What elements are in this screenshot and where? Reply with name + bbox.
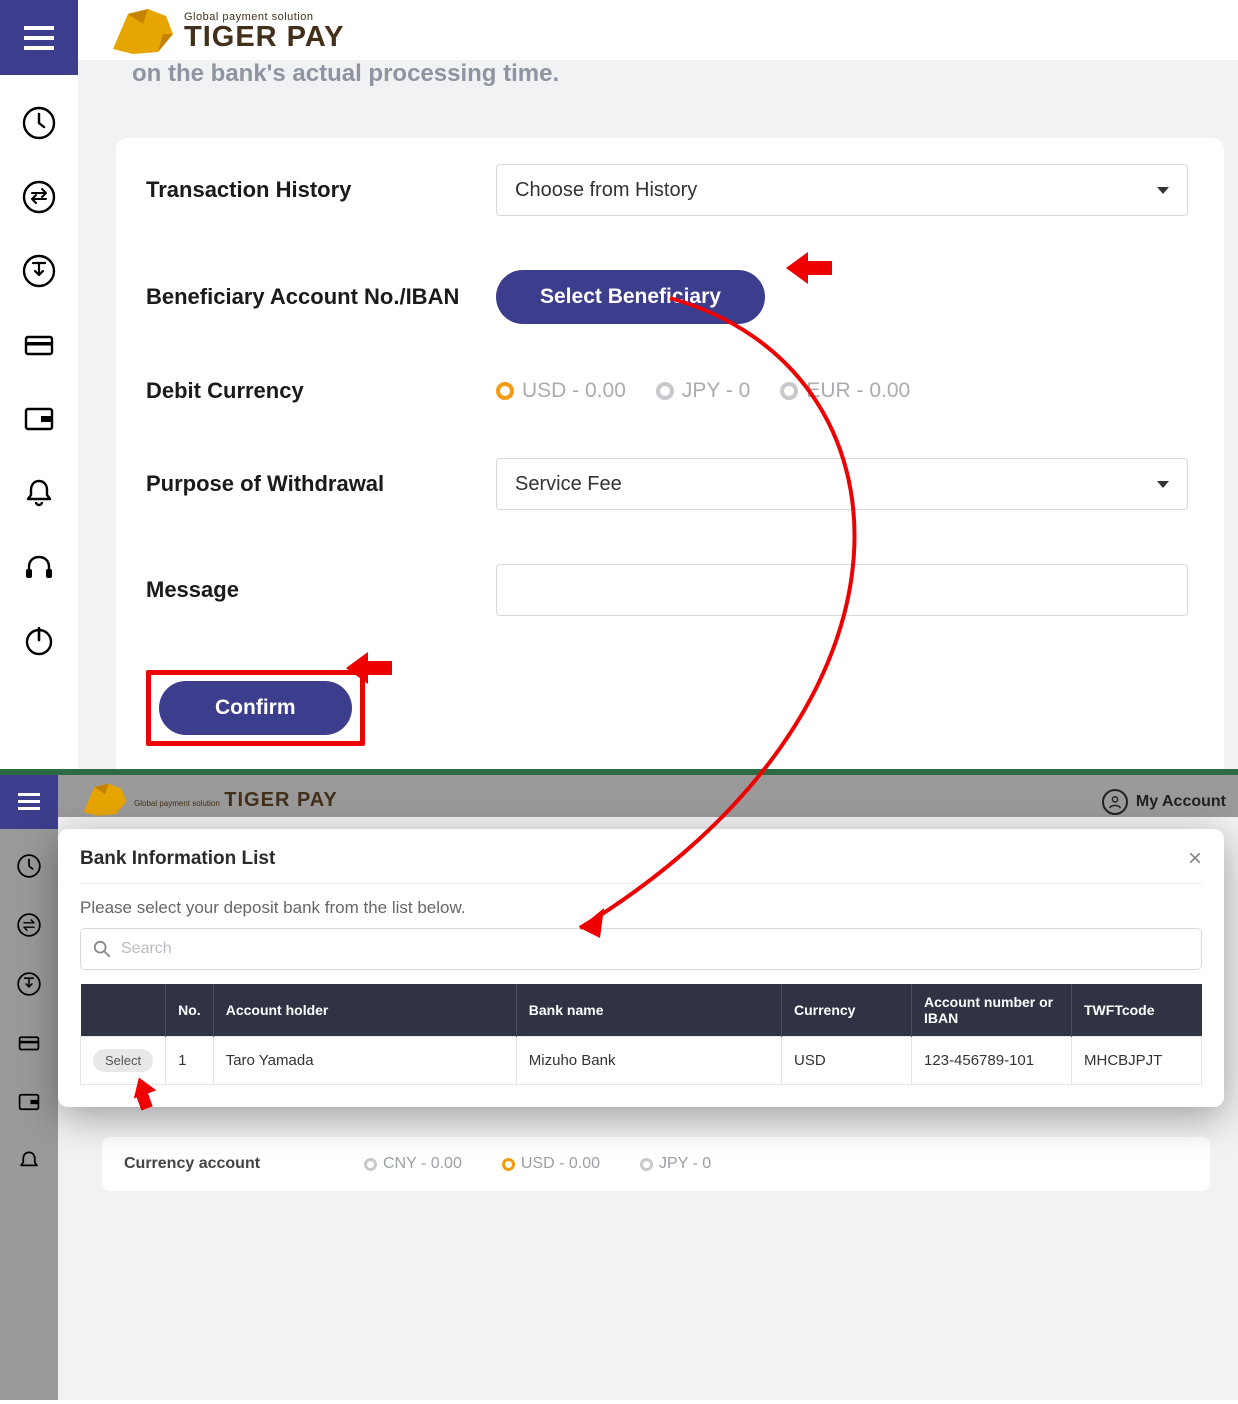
rail-headset-icon[interactable] (21, 549, 57, 585)
transaction-history-select[interactable]: Choose from History (496, 164, 1188, 216)
rail-transfer-icon[interactable] (21, 179, 57, 215)
col-bank: Bank name (516, 984, 781, 1037)
bank-info-modal: Bank Information List × Please select yo… (58, 829, 1224, 1107)
beneficiary-label: Beneficiary Account No./IBAN (146, 284, 496, 310)
debit-radio-usd-label: USD - 0.00 (522, 379, 626, 403)
confirm-button[interactable]: Confirm (159, 681, 352, 735)
currency-radio-cny[interactable]: CNY - 0.00 (364, 1155, 462, 1173)
annotation-arrow-to-confirm (346, 650, 394, 686)
my-account-label: My Account (1136, 793, 1226, 811)
rail-clock-icon[interactable] (16, 853, 42, 884)
purpose-label: Purpose of Withdrawal (146, 471, 496, 497)
debit-radio-jpy-label: JPY - 0 (682, 379, 750, 403)
transaction-history-value: Choose from History (515, 179, 697, 202)
radio-icon (780, 382, 798, 400)
currency-radio-usd[interactable]: USD - 0.00 (502, 1155, 600, 1173)
hamburger-icon (18, 793, 40, 811)
cell-holder: Taro Yamada (213, 1037, 516, 1085)
chevron-down-icon (1157, 187, 1169, 194)
logo-brandname: TIGER PAY (224, 789, 337, 811)
purpose-value: Service Fee (515, 473, 622, 496)
col-no: No. (166, 984, 214, 1037)
rail-wallet-icon[interactable] (16, 1089, 42, 1120)
tiger-logo-icon (80, 779, 130, 821)
modal-close-button[interactable]: × (1188, 845, 1202, 873)
modal-title: Bank Information List (80, 848, 275, 870)
rail-card-icon[interactable] (16, 1030, 42, 1061)
cell-no: 1 (166, 1037, 214, 1085)
rail-power-icon[interactable] (21, 623, 57, 659)
cell-currency: USD (782, 1037, 912, 1085)
purpose-select[interactable]: Service Fee (496, 458, 1188, 510)
search-icon (93, 940, 111, 958)
brand-logo: Global payment solution TIGER PAY (80, 779, 338, 821)
radio-icon (496, 382, 514, 400)
col-iban: Account number or IBAN (912, 984, 1072, 1037)
radio-icon (656, 382, 674, 400)
modal-subtitle: Please select your deposit bank from the… (80, 898, 1202, 918)
debit-currency-label: Debit Currency (146, 378, 496, 404)
debit-radio-eur[interactable]: EUR - 0.00 (780, 379, 910, 403)
debit-radio-usd[interactable]: USD - 0.00 (496, 379, 626, 403)
currency-account-label: Currency account (124, 1155, 324, 1173)
debit-radio-eur-label: EUR - 0.00 (806, 379, 910, 403)
confirm-highlight-box: Confirm (146, 670, 365, 746)
select-beneficiary-button[interactable]: Select Beneficiary (496, 270, 765, 324)
cell-iban: 123-456789-101 (912, 1037, 1072, 1085)
hamburger-menu-button[interactable] (0, 775, 58, 829)
transaction-history-label: Transaction History (146, 177, 496, 203)
col-swift: TWFTcode (1072, 984, 1202, 1037)
rail-withdraw-icon[interactable] (16, 971, 42, 1002)
hamburger-icon (24, 26, 54, 50)
my-account-link[interactable]: My Account (1102, 789, 1226, 815)
bank-list-screen: Global payment solution TIGER PAY My Acc… (0, 775, 1238, 1400)
hamburger-menu-button[interactable] (0, 0, 78, 75)
side-nav-rail (0, 75, 78, 769)
rail-bell-icon[interactable] (16, 1148, 42, 1179)
side-nav-rail (0, 829, 58, 1400)
cell-swift: MHCBJPJT (1072, 1037, 1202, 1085)
withdraw-form-screen: Global payment solution TIGER PAY on the… (0, 0, 1238, 775)
tiger-logo-icon (108, 4, 178, 60)
logo-tagline: Global payment solution (134, 799, 220, 808)
bank-search-input[interactable] (121, 940, 1189, 958)
rail-card-icon[interactable] (21, 327, 57, 363)
form-area: on the bank's actual processing time. Tr… (78, 60, 1238, 769)
brand-logo: Global payment solution TIGER PAY (108, 2, 345, 62)
col-holder: Account holder (213, 984, 516, 1037)
rail-wallet-icon[interactable] (21, 401, 57, 437)
debit-radio-jpy[interactable]: JPY - 0 (656, 379, 750, 403)
currency-radio-jpy[interactable]: JPY - 0 (640, 1155, 711, 1173)
table-row: Select 1 Taro Yamada Mizuho Bank USD 123… (81, 1037, 1202, 1085)
rail-clock-icon[interactable] (21, 105, 57, 141)
message-label: Message (146, 577, 496, 603)
message-input[interactable] (496, 564, 1188, 616)
bank-table: No. Account holder Bank name Currency Ac… (80, 984, 1202, 1085)
withdrawal-form-card: Transaction History Choose from History … (116, 138, 1224, 775)
logo-brandname: TIGER PAY (184, 23, 345, 52)
annotation-arrow-to-beneficiary (786, 250, 834, 286)
banner-partial-text: on the bank's actual processing time. (132, 60, 1238, 88)
user-icon (1102, 789, 1128, 815)
rail-withdraw-icon[interactable] (21, 253, 57, 289)
rail-bell-icon[interactable] (21, 475, 57, 511)
rail-transfer-icon[interactable] (16, 912, 42, 943)
bank-search-box[interactable] (80, 928, 1202, 970)
debit-currency-radio-group: USD - 0.00 JPY - 0 EUR - 0.00 (496, 379, 1188, 403)
annotation-arrow-to-select-row (126, 1077, 156, 1107)
chevron-down-icon (1157, 481, 1169, 488)
col-currency: Currency (782, 984, 912, 1037)
col-select (81, 984, 166, 1037)
cell-bank: Mizuho Bank (516, 1037, 781, 1085)
select-row-button[interactable]: Select (93, 1049, 153, 1072)
